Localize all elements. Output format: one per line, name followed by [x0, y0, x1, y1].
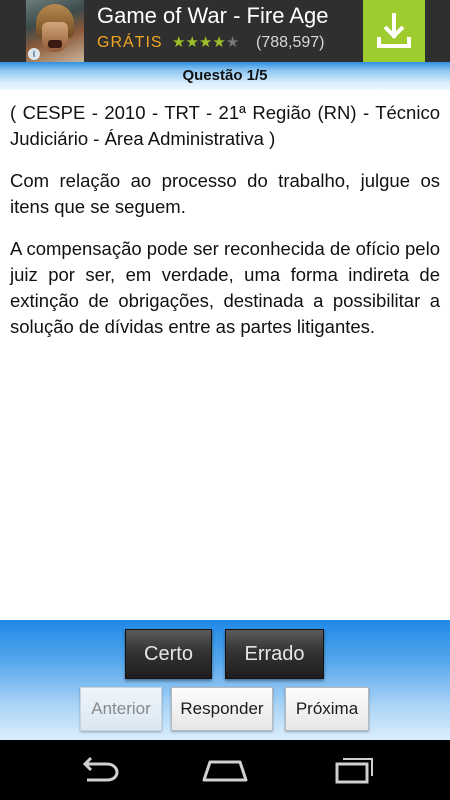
question-prompt: Com relação ao processo do trabalho, jul…	[10, 170, 440, 217]
ad-title[interactable]: Game of War - Fire Age	[97, 3, 328, 29]
star-icon: ★	[198, 34, 213, 51]
download-icon	[377, 13, 411, 48]
home-icon	[202, 760, 248, 782]
back-icon	[82, 756, 119, 782]
recent-apps-button[interactable]	[322, 754, 382, 786]
game-thumbnail[interactable]: i	[26, 0, 84, 62]
download-button[interactable]	[363, 0, 425, 62]
ad-price: GRÁTIS	[97, 34, 163, 51]
star-icon: ★	[172, 34, 186, 51]
star-icon: ★	[212, 34, 226, 51]
ad-banner[interactable]: i Game of War - Fire Age GRÁTIS ★★★★★ (7…	[0, 0, 450, 62]
responder-button[interactable]: Responder	[171, 687, 273, 731]
question-counter: Questão 1/5	[182, 67, 268, 84]
question-statement: A compensação pode ser reconhecida de of…	[10, 238, 440, 337]
question-source: ( CESPE - 2010 - TRT - 21ª Região (RN) -…	[10, 102, 440, 149]
rating-stars: ★★★★★	[172, 33, 239, 51]
next-button[interactable]: Próxima	[285, 687, 369, 731]
previous-button[interactable]: Anterior	[80, 687, 162, 731]
question-content: ( CESPE - 2010 - TRT - 21ª Região (RN) -…	[10, 100, 440, 356]
back-button[interactable]	[70, 754, 130, 786]
recent-apps-icon	[335, 758, 373, 784]
question-header: Questão 1/5	[0, 62, 450, 90]
answer-panel: Certo Errado Anterior Responder Próxima	[0, 620, 450, 740]
system-nav-bar	[0, 740, 450, 800]
star-icon: ★	[185, 34, 199, 51]
certo-button[interactable]: Certo	[125, 629, 212, 679]
info-icon[interactable]: i	[28, 48, 40, 60]
thumbnail-mouth	[48, 40, 62, 48]
errado-button[interactable]: Errado	[225, 629, 324, 679]
home-button[interactable]	[195, 754, 255, 786]
rating-count: (788,597)	[256, 34, 325, 51]
star-empty-icon: ★	[225, 34, 240, 51]
